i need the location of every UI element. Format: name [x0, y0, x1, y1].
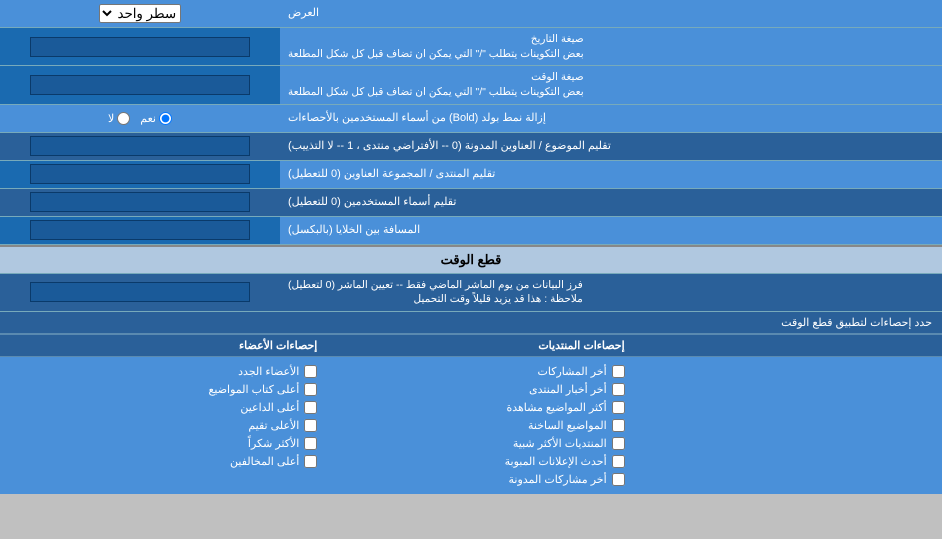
checkbox-item-last-posts[interactable]: أخر المشاركات — [317, 365, 624, 378]
date-format-input-cell[interactable]: d-m — [0, 28, 280, 65]
display-select[interactable]: سطر واحدسطرينثلاثة أسطر — [99, 4, 181, 23]
username-trim-input-cell[interactable]: 0 — [0, 189, 280, 216]
checkbox-last-posts[interactable] — [612, 365, 625, 378]
stats-col-header-2: إحصاءات المنتديات — [317, 339, 624, 352]
forum-trim-input-cell[interactable]: 33 — [0, 161, 280, 188]
checkbox-item-most-thanked[interactable]: الأكثر شكراً — [10, 437, 317, 450]
radio-yes[interactable] — [159, 112, 172, 125]
topic-trim-input[interactable]: 33 — [30, 136, 250, 156]
time-cutoff-input[interactable]: 0 — [30, 282, 250, 302]
date-format-label: صيغة التاريخ بعض التكوينات يتطلب "/" الت… — [280, 28, 942, 65]
checkbox-item-top-inviters[interactable]: أعلى الداعين — [10, 401, 317, 414]
radio-no-label[interactable]: لا — [108, 112, 130, 125]
topic-trim-label: تقليم الموضوع / العناوين المدونة (0 -- ا… — [280, 133, 942, 160]
cell-spacing-label: المسافة بين الخلايا (بالبكسل) — [280, 217, 942, 244]
radio-yes-label[interactable]: نعم — [140, 112, 172, 125]
checkbox-blog-posts[interactable] — [612, 473, 625, 486]
checkbox-item-similar-forums[interactable]: المنتديات الأكثر شبية — [317, 437, 624, 450]
checkbox-similar-forums[interactable] — [612, 437, 625, 450]
time-cutoff-input-cell[interactable]: 0 — [0, 274, 280, 311]
checkbox-item-top-writers[interactable]: أعلى كتاب المواضيع — [10, 383, 317, 396]
main-container: العرض سطر واحدسطرينثلاثة أسطر صيغة التار… — [0, 0, 942, 494]
topic-trim-row: تقليم الموضوع / العناوين المدونة (0 -- ا… — [0, 133, 942, 161]
cell-spacing-input[interactable]: 2 — [30, 220, 250, 240]
checkbox-item-top-rated[interactable]: الأعلى تقيم — [10, 419, 317, 432]
date-format-input[interactable]: d-m — [30, 37, 250, 57]
radio-no[interactable] — [117, 112, 130, 125]
bold-remove-label: إزالة نمط بولد (Bold) من أسماء المستخدمي… — [280, 105, 942, 132]
checkbox-item-recent-classifieds[interactable]: أحدث الإعلانات المبوبة — [317, 455, 624, 468]
bold-remove-radio-cell[interactable]: نعم لا — [0, 105, 280, 132]
username-trim-row: تقليم أسماء المستخدمين (0 للتعطيل) 0 — [0, 189, 942, 217]
time-cutoff-label: فرز البيانات من يوم الماشر الماضي فقط --… — [280, 274, 942, 311]
header-title: العرض — [288, 6, 319, 21]
checkbox-hot-topics[interactable] — [612, 419, 625, 432]
checkbox-item-new-members[interactable]: الأعضاء الجدد — [10, 365, 317, 378]
time-cutoff-row: فرز البيانات من يوم الماشر الماضي فقط --… — [0, 274, 942, 312]
stats-col-members: الأعضاء الجدد أعلى كتاب المواضيع أعلى ال… — [10, 365, 317, 486]
checkbox-new-members[interactable] — [304, 365, 317, 378]
checkbox-item-hot-topics[interactable]: المواضيع الساخنة — [317, 419, 624, 432]
time-format-input[interactable]: H:i — [30, 75, 250, 95]
stats-col-headers: إحصاءات المنتديات إحصاءات الأعضاء — [0, 334, 942, 357]
checkbox-most-thanked[interactable] — [304, 437, 317, 450]
forum-trim-label: تقليم المنتدى / المجموعة العناوين (0 للت… — [280, 161, 942, 188]
header-row: العرض سطر واحدسطرينثلاثة أسطر — [0, 0, 942, 28]
cell-spacing-row: المسافة بين الخلايا (بالبكسل) 2 — [0, 217, 942, 245]
checkbox-item-top-violations[interactable]: أعلى المخالفين — [10, 455, 317, 468]
forum-trim-row: تقليم المنتدى / المجموعة العناوين (0 للت… — [0, 161, 942, 189]
checkbox-top-inviters[interactable] — [304, 401, 317, 414]
checkbox-recent-classifieds[interactable] — [612, 455, 625, 468]
time-format-label: صيغة الوقت بعض التكوينات يتطلب "/" التي … — [280, 66, 942, 103]
stats-header-bar: حدد إحصاءات لتطبيق قطع الوقت — [0, 312, 942, 334]
time-format-input-cell[interactable]: H:i — [0, 66, 280, 103]
date-format-row: صيغة التاريخ بعض التكوينات يتطلب "/" الت… — [0, 28, 942, 66]
stats-col-header-1 — [625, 339, 932, 352]
stats-apply-label: حدد إحصاءات لتطبيق قطع الوقت — [10, 316, 932, 329]
stats-col-header-3: إحصاءات الأعضاء — [10, 339, 317, 352]
stats-area: حدد إحصاءات لتطبيق قطع الوقت إحصاءات الم… — [0, 312, 942, 494]
topic-trim-input-cell[interactable]: 33 — [0, 133, 280, 160]
forum-trim-input[interactable]: 33 — [30, 164, 250, 184]
select-cell[interactable]: سطر واحدسطرينثلاثة أسطر — [0, 0, 280, 27]
checkbox-top-writers[interactable] — [304, 383, 317, 396]
stats-col-forums: أخر المشاركات أخر أخبار المنتدى أكثر الم… — [317, 365, 624, 486]
checkbox-top-rated[interactable] — [304, 419, 317, 432]
username-trim-label: تقليم أسماء المستخدمين (0 للتعطيل) — [280, 189, 942, 216]
checkbox-most-viewed[interactable] — [612, 401, 625, 414]
checkbox-item-most-viewed[interactable]: أكثر المواضيع مشاهدة — [317, 401, 624, 414]
stats-checkboxes: أخر المشاركات أخر أخبار المنتدى أكثر الم… — [0, 357, 942, 494]
time-section-header: قطع الوقت — [0, 245, 942, 274]
checkbox-top-violations[interactable] — [304, 455, 317, 468]
header-label: العرض — [280, 0, 942, 27]
bold-remove-row: إزالة نمط بولد (Bold) من أسماء المستخدمي… — [0, 105, 942, 133]
checkbox-item-blog-posts[interactable]: أخر مشاركات المدونة — [317, 473, 624, 486]
username-trim-input[interactable]: 0 — [30, 192, 250, 212]
checkbox-forum-news[interactable] — [612, 383, 625, 396]
checkbox-item-forum-news[interactable]: أخر أخبار المنتدى — [317, 383, 624, 396]
stats-col-empty — [625, 365, 932, 486]
time-format-row: صيغة الوقت بعض التكوينات يتطلب "/" التي … — [0, 66, 942, 104]
cell-spacing-input-cell[interactable]: 2 — [0, 217, 280, 244]
